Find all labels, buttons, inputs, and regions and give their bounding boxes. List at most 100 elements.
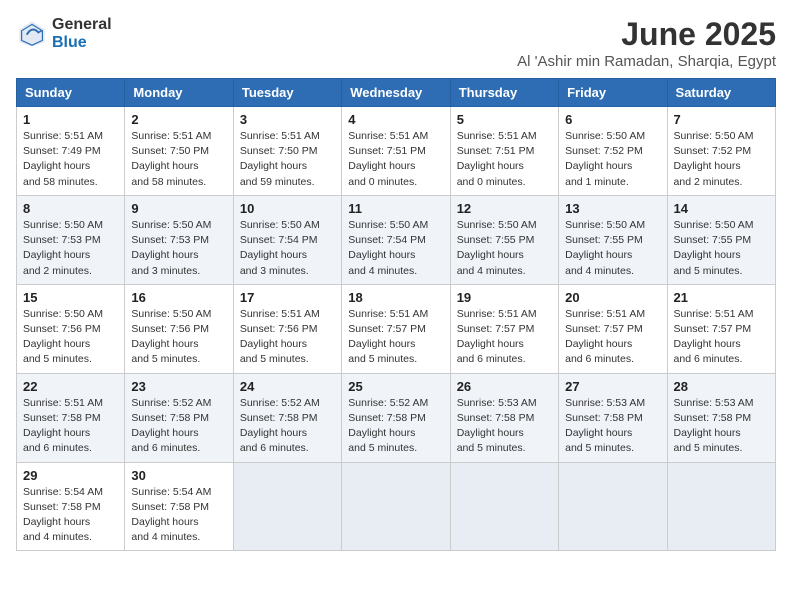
day-info: Sunrise: 5:54 AMSunset: 7:58 PMDaylight …: [131, 485, 226, 546]
day-info: Sunrise: 5:51 AMSunset: 7:51 PMDaylight …: [348, 129, 443, 190]
logo: General Blue: [16, 16, 112, 51]
day-number: 13: [565, 201, 660, 216]
day-number: 11: [348, 201, 443, 216]
day-number: 24: [240, 379, 335, 394]
day-cell: [559, 462, 667, 551]
week-row-1: 1 Sunrise: 5:51 AMSunset: 7:49 PMDayligh…: [17, 107, 776, 196]
day-info: Sunrise: 5:54 AMSunset: 7:58 PMDaylight …: [23, 485, 118, 546]
day-number: 18: [348, 290, 443, 305]
day-cell: 10 Sunrise: 5:50 AMSunset: 7:54 PMDaylig…: [233, 195, 341, 284]
day-info: Sunrise: 5:50 AMSunset: 7:53 PMDaylight …: [23, 218, 118, 279]
week-row-4: 22 Sunrise: 5:51 AMSunset: 7:58 PMDaylig…: [17, 373, 776, 462]
day-info: Sunrise: 5:50 AMSunset: 7:52 PMDaylight …: [674, 129, 769, 190]
header-cell-sunday: Sunday: [17, 79, 125, 107]
day-cell: 9 Sunrise: 5:50 AMSunset: 7:53 PMDayligh…: [125, 195, 233, 284]
day-number: 28: [674, 379, 769, 394]
header-cell-wednesday: Wednesday: [342, 79, 450, 107]
day-info: Sunrise: 5:52 AMSunset: 7:58 PMDaylight …: [240, 396, 335, 457]
day-info: Sunrise: 5:50 AMSunset: 7:53 PMDaylight …: [131, 218, 226, 279]
day-number: 9: [131, 201, 226, 216]
logo-icon: [16, 18, 48, 50]
day-cell: 3 Sunrise: 5:51 AMSunset: 7:50 PMDayligh…: [233, 107, 341, 196]
day-number: 30: [131, 468, 226, 483]
day-info: Sunrise: 5:51 AMSunset: 7:56 PMDaylight …: [240, 307, 335, 368]
day-cell: 30 Sunrise: 5:54 AMSunset: 7:58 PMDaylig…: [125, 462, 233, 551]
day-number: 4: [348, 112, 443, 127]
day-info: Sunrise: 5:50 AMSunset: 7:54 PMDaylight …: [240, 218, 335, 279]
day-info: Sunrise: 5:50 AMSunset: 7:52 PMDaylight …: [565, 129, 660, 190]
location-title: Al 'Ashir min Ramadan, Sharqia, Egypt: [517, 53, 776, 70]
day-info: Sunrise: 5:50 AMSunset: 7:55 PMDaylight …: [674, 218, 769, 279]
header-cell-friday: Friday: [559, 79, 667, 107]
logo-text: General Blue: [52, 16, 112, 51]
day-cell: 13 Sunrise: 5:50 AMSunset: 7:55 PMDaylig…: [559, 195, 667, 284]
day-info: Sunrise: 5:53 AMSunset: 7:58 PMDaylight …: [457, 396, 552, 457]
day-number: 16: [131, 290, 226, 305]
day-cell: 18 Sunrise: 5:51 AMSunset: 7:57 PMDaylig…: [342, 284, 450, 373]
day-number: 23: [131, 379, 226, 394]
day-info: Sunrise: 5:51 AMSunset: 7:57 PMDaylight …: [565, 307, 660, 368]
day-info: Sunrise: 5:53 AMSunset: 7:58 PMDaylight …: [565, 396, 660, 457]
day-info: Sunrise: 5:53 AMSunset: 7:58 PMDaylight …: [674, 396, 769, 457]
calendar-table: SundayMondayTuesdayWednesdayThursdayFrid…: [16, 78, 776, 551]
header-cell-monday: Monday: [125, 79, 233, 107]
day-info: Sunrise: 5:51 AMSunset: 7:50 PMDaylight …: [131, 129, 226, 190]
day-cell: 4 Sunrise: 5:51 AMSunset: 7:51 PMDayligh…: [342, 107, 450, 196]
header-cell-thursday: Thursday: [450, 79, 558, 107]
day-cell: 19 Sunrise: 5:51 AMSunset: 7:57 PMDaylig…: [450, 284, 558, 373]
day-number: 29: [23, 468, 118, 483]
week-row-5: 29 Sunrise: 5:54 AMSunset: 7:58 PMDaylig…: [17, 462, 776, 551]
day-number: 22: [23, 379, 118, 394]
day-info: Sunrise: 5:50 AMSunset: 7:55 PMDaylight …: [565, 218, 660, 279]
day-number: 26: [457, 379, 552, 394]
title-area: June 2025 Al 'Ashir min Ramadan, Sharqia…: [517, 16, 776, 70]
day-cell: [342, 462, 450, 551]
day-number: 17: [240, 290, 335, 305]
month-title: June 2025: [517, 16, 776, 53]
day-cell: 24 Sunrise: 5:52 AMSunset: 7:58 PMDaylig…: [233, 373, 341, 462]
day-cell: 29 Sunrise: 5:54 AMSunset: 7:58 PMDaylig…: [17, 462, 125, 551]
day-cell: [667, 462, 775, 551]
day-info: Sunrise: 5:50 AMSunset: 7:55 PMDaylight …: [457, 218, 552, 279]
day-number: 7: [674, 112, 769, 127]
day-number: 27: [565, 379, 660, 394]
header-row: SundayMondayTuesdayWednesdayThursdayFrid…: [17, 79, 776, 107]
day-info: Sunrise: 5:51 AMSunset: 7:49 PMDaylight …: [23, 129, 118, 190]
day-cell: 28 Sunrise: 5:53 AMSunset: 7:58 PMDaylig…: [667, 373, 775, 462]
day-info: Sunrise: 5:51 AMSunset: 7:50 PMDaylight …: [240, 129, 335, 190]
day-cell: 6 Sunrise: 5:50 AMSunset: 7:52 PMDayligh…: [559, 107, 667, 196]
day-number: 8: [23, 201, 118, 216]
day-cell: [233, 462, 341, 551]
header-cell-tuesday: Tuesday: [233, 79, 341, 107]
day-cell: 16 Sunrise: 5:50 AMSunset: 7:56 PMDaylig…: [125, 284, 233, 373]
day-info: Sunrise: 5:50 AMSunset: 7:56 PMDaylight …: [23, 307, 118, 368]
day-cell: 26 Sunrise: 5:53 AMSunset: 7:58 PMDaylig…: [450, 373, 558, 462]
day-number: 10: [240, 201, 335, 216]
week-row-3: 15 Sunrise: 5:50 AMSunset: 7:56 PMDaylig…: [17, 284, 776, 373]
day-number: 21: [674, 290, 769, 305]
day-info: Sunrise: 5:52 AMSunset: 7:58 PMDaylight …: [131, 396, 226, 457]
day-number: 25: [348, 379, 443, 394]
day-cell: 12 Sunrise: 5:50 AMSunset: 7:55 PMDaylig…: [450, 195, 558, 284]
page-header: General Blue June 2025 Al 'Ashir min Ram…: [16, 16, 776, 70]
day-info: Sunrise: 5:51 AMSunset: 7:58 PMDaylight …: [23, 396, 118, 457]
logo-general: General: [52, 16, 112, 34]
day-number: 20: [565, 290, 660, 305]
day-info: Sunrise: 5:50 AMSunset: 7:56 PMDaylight …: [131, 307, 226, 368]
day-cell: 2 Sunrise: 5:51 AMSunset: 7:50 PMDayligh…: [125, 107, 233, 196]
header-cell-saturday: Saturday: [667, 79, 775, 107]
day-number: 15: [23, 290, 118, 305]
day-cell: 20 Sunrise: 5:51 AMSunset: 7:57 PMDaylig…: [559, 284, 667, 373]
day-cell: 15 Sunrise: 5:50 AMSunset: 7:56 PMDaylig…: [17, 284, 125, 373]
day-cell: 21 Sunrise: 5:51 AMSunset: 7:57 PMDaylig…: [667, 284, 775, 373]
day-info: Sunrise: 5:51 AMSunset: 7:57 PMDaylight …: [674, 307, 769, 368]
day-cell: 1 Sunrise: 5:51 AMSunset: 7:49 PMDayligh…: [17, 107, 125, 196]
day-cell: 25 Sunrise: 5:52 AMSunset: 7:58 PMDaylig…: [342, 373, 450, 462]
day-number: 1: [23, 112, 118, 127]
day-cell: 17 Sunrise: 5:51 AMSunset: 7:56 PMDaylig…: [233, 284, 341, 373]
day-number: 19: [457, 290, 552, 305]
day-info: Sunrise: 5:50 AMSunset: 7:54 PMDaylight …: [348, 218, 443, 279]
logo-blue: Blue: [52, 34, 112, 52]
day-cell: 5 Sunrise: 5:51 AMSunset: 7:51 PMDayligh…: [450, 107, 558, 196]
day-cell: 14 Sunrise: 5:50 AMSunset: 7:55 PMDaylig…: [667, 195, 775, 284]
